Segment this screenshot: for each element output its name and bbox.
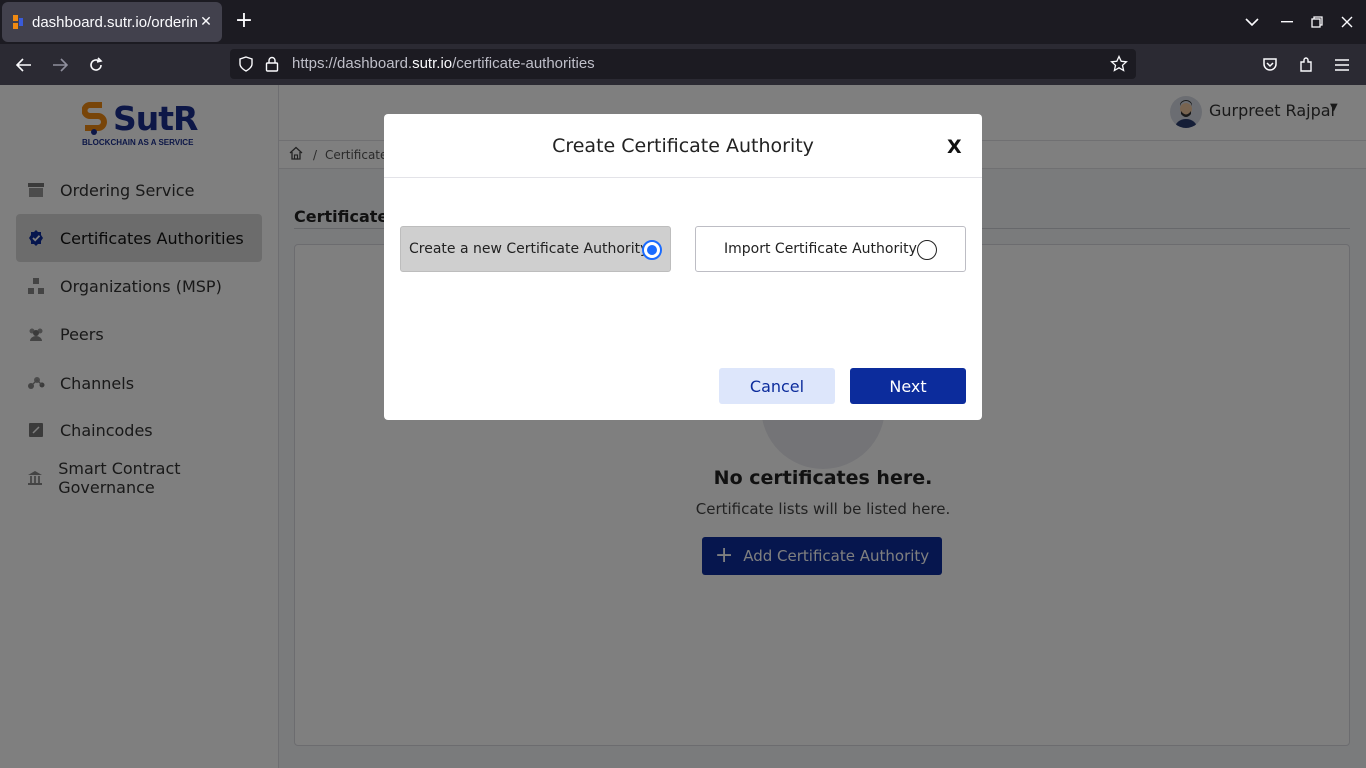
next-button[interactable]: Next bbox=[850, 368, 966, 404]
url-text[interactable]: https://dashboard.sutr.io/certificate-au… bbox=[292, 55, 595, 72]
new-tab-icon[interactable]: + bbox=[232, 10, 256, 34]
option-label: Create a new Certificate Authority bbox=[409, 241, 649, 257]
shield-icon[interactable] bbox=[238, 56, 254, 76]
create-ca-modal: Create Certificate Authority X Create a … bbox=[384, 114, 982, 420]
radio-unselected-icon[interactable] bbox=[917, 240, 937, 260]
extensions-icon[interactable] bbox=[1295, 54, 1317, 76]
forward-arrow-icon[interactable] bbox=[49, 54, 71, 76]
option-import-ca[interactable]: Import Certificate Authority bbox=[695, 226, 966, 272]
pocket-icon[interactable] bbox=[1259, 54, 1281, 76]
url-path: /certificate-authorities bbox=[452, 55, 595, 72]
bookmark-star-icon[interactable] bbox=[1110, 54, 1128, 77]
restore-icon[interactable] bbox=[1307, 12, 1327, 32]
url-bar[interactable]: https://dashboard.sutr.io/certificate-au… bbox=[230, 49, 1136, 79]
tab-close-icon[interactable]: ✕ bbox=[198, 14, 214, 30]
tab-title: dashboard.sutr.io/ordering bbox=[32, 13, 198, 31]
url-host: sutr.io bbox=[412, 55, 453, 72]
browser-tab[interactable]: dashboard.sutr.io/ordering ✕ bbox=[2, 2, 222, 42]
reload-icon[interactable] bbox=[85, 54, 107, 76]
option-create-new-ca[interactable]: Create a new Certificate Authority bbox=[400, 226, 671, 272]
browser-tab-bar: dashboard.sutr.io/ordering ✕ + bbox=[0, 0, 1366, 44]
close-icon[interactable]: X bbox=[947, 136, 962, 158]
modal-header: Create Certificate Authority X bbox=[384, 114, 982, 178]
modal-title: Create Certificate Authority bbox=[552, 135, 814, 157]
cancel-button[interactable]: Cancel bbox=[719, 368, 835, 404]
option-label: Import Certificate Authority bbox=[724, 241, 917, 257]
back-arrow-icon[interactable] bbox=[13, 54, 35, 76]
lock-icon[interactable] bbox=[265, 56, 279, 76]
close-window-icon[interactable] bbox=[1337, 12, 1357, 32]
radio-selected-icon[interactable] bbox=[642, 240, 662, 260]
url-prefix: https://dashboard. bbox=[292, 55, 413, 72]
minimize-icon[interactable] bbox=[1277, 12, 1297, 32]
hamburger-menu-icon[interactable] bbox=[1331, 54, 1353, 76]
sutr-favicon-icon bbox=[10, 14, 26, 30]
tab-list-chevron-icon[interactable] bbox=[1242, 12, 1262, 32]
